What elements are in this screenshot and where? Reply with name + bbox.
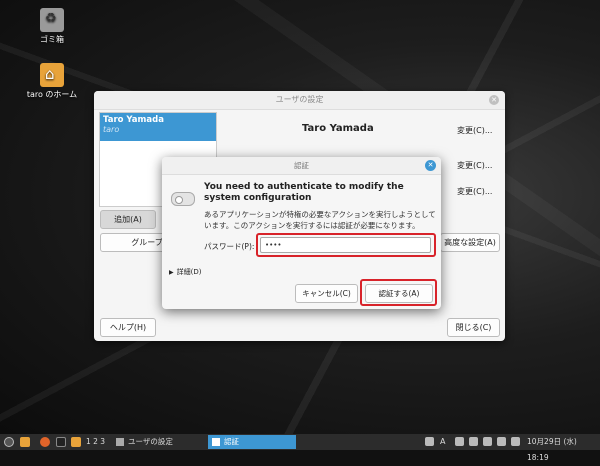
auth-task-icon [212,438,220,446]
auth-dialog-titlebar: 認証 ✕ [162,157,441,175]
auth-dialog: 認証 ✕ You need to authenticate to modify … [162,157,441,309]
home-folder-icon [40,63,64,87]
network-icon[interactable] [497,437,506,446]
advanced-settings-button[interactable]: 高度な設定(A) [440,233,500,252]
password-key-icon [171,192,195,206]
input-method-icon[interactable]: A [440,437,449,446]
expander-arrow-icon: ▶ [169,269,174,276]
authenticate-highlight-box [360,279,437,306]
workspace-switcher[interactable]: 1 2 3 [86,434,105,450]
auth-description: あるアプリケーションが特権の必要なアクションを実行しようとしています。このアクシ… [204,210,436,230]
auth-dialog-title: 認証 [294,161,309,170]
help-button[interactable]: ヘルプ(H) [100,318,156,337]
files-icon[interactable] [20,437,30,447]
change-button-1[interactable]: 変更(C)... [457,125,492,136]
details-expander[interactable]: ▶ 詳細(D) [169,267,201,277]
browser-icon[interactable] [40,437,50,447]
trash-icon [40,8,64,32]
clock[interactable]: 10月29日 (水) 18:19 [527,434,600,462]
close-button[interactable]: 閉じる(C) [447,318,500,337]
cancel-button[interactable]: キャンセル(C) [295,284,358,303]
auth-heading: You need to authenticate to modify the s… [204,182,404,203]
desktop-home-folder[interactable]: taro のホーム [22,63,82,100]
task-label: ユーザの設定 [128,437,173,446]
details-label: 詳細(D) [176,268,202,276]
user-list-item-selected[interactable]: Taro Yamada taro [100,113,216,141]
user-detail-name: Taro Yamada [302,123,374,134]
task-label: 認証 [224,437,239,446]
window-close-icon[interactable]: ✕ [489,95,499,105]
bluetooth-icon[interactable] [425,437,434,446]
terminal-icon[interactable] [56,437,66,447]
menu-icon[interactable] [4,437,14,447]
password-highlight-box [256,233,436,257]
add-user-button[interactable]: 追加(A) [100,210,156,229]
volume-icon[interactable] [511,437,520,446]
clipboard-icon[interactable] [455,437,464,446]
users-settings-task-icon [116,438,124,446]
desktop-home-label: taro のホーム [26,90,78,99]
change-button-2[interactable]: 変更(C)... [457,160,492,171]
updates-icon[interactable] [469,437,478,446]
task-auth[interactable]: 認証 [208,435,296,449]
desktop-trash[interactable]: ゴミ箱 [22,8,82,45]
password-label: パスワード(P): [204,242,255,251]
task-users-settings[interactable]: ユーザの設定 [112,435,204,449]
shield-icon[interactable] [483,437,492,446]
window-title: ユーザの設定 [275,95,324,104]
user-display-name: Taro Yamada [103,115,164,125]
change-button-3[interactable]: 変更(C)... [457,186,492,197]
user-login-name: taro [103,125,120,134]
window-titlebar: ユーザの設定 ✕ [94,91,505,110]
desktop-trash-label: ゴミ箱 [40,35,64,44]
home-folder-taskbar-icon[interactable] [71,437,81,447]
auth-close-icon[interactable]: ✕ [425,160,436,171]
taskbar: 1 2 3 ユーザの設定 認証 A 10月29日 (水) 18:19 [0,434,600,462]
